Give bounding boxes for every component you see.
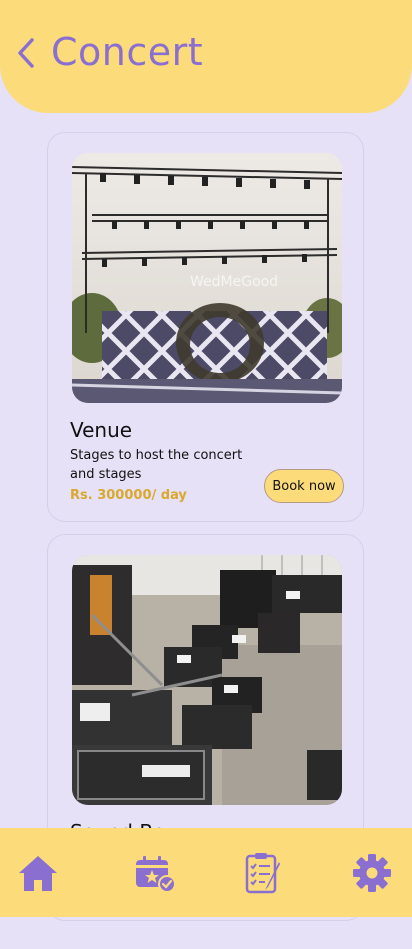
page-title: Concert: [51, 30, 204, 74]
sound-box-image: [72, 555, 342, 805]
checklist-icon: [245, 852, 280, 893]
bottom-nav: [0, 828, 412, 917]
nav-bookings[interactable]: [123, 828, 187, 917]
card-price: Rs. 300000/ day: [70, 488, 187, 503]
card-title: Venue: [70, 418, 133, 442]
nav-checklist[interactable]: [231, 828, 295, 917]
watermark-text: WedMeGood: [190, 274, 278, 290]
chevron-left-icon: [18, 38, 34, 68]
venue-image: WedMeGood: [72, 153, 342, 403]
nav-home[interactable]: [6, 828, 70, 917]
card-description: Stages to host the concert and stages: [70, 448, 243, 482]
gear-icon: [353, 853, 391, 892]
back-button[interactable]: [13, 36, 39, 70]
calendar-check-icon: [136, 855, 176, 893]
book-now-button[interactable]: Book now: [264, 469, 344, 503]
header: Concert: [0, 0, 412, 113]
service-card-venue: WedMeGood Venue Stages to host the conce…: [47, 132, 364, 522]
home-icon: [19, 855, 57, 891]
nav-settings[interactable]: [340, 828, 404, 917]
